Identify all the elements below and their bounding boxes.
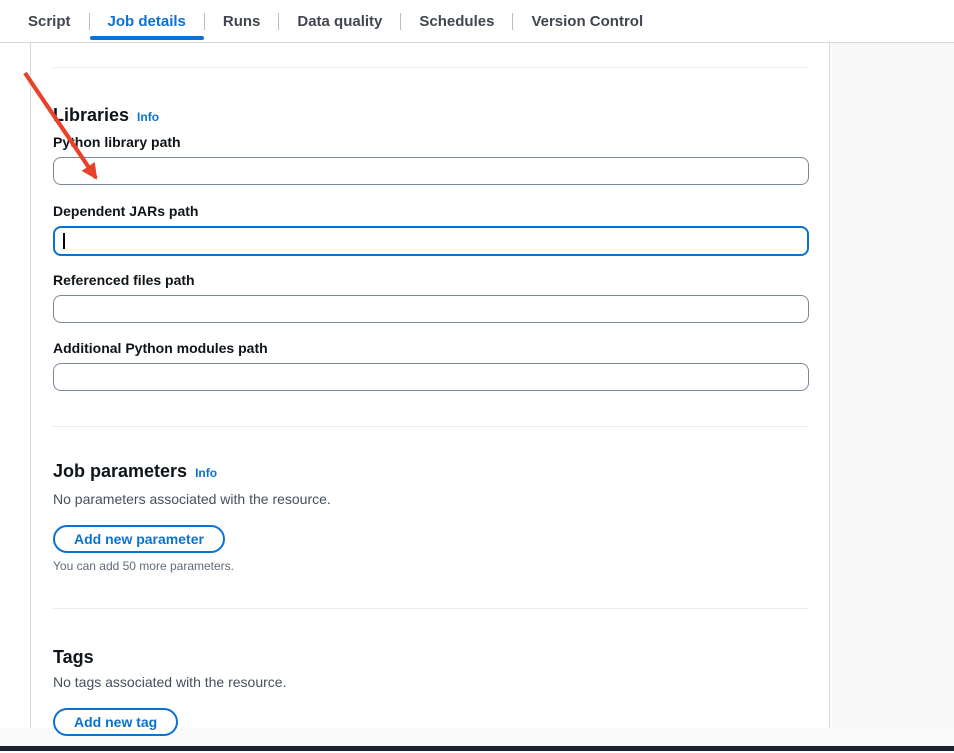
tab-data-quality[interactable]: Data quality [279,0,400,42]
job-details-content: Libraries Info Python library path Depen… [31,43,829,736]
job-parameters-empty-text: No parameters associated with the resour… [53,490,809,508]
python-library-path-label: Python library path [53,134,809,151]
footer-bar [0,746,954,751]
referenced-files-path-label: Referenced files path [53,272,809,289]
glue-job-details-page: Script Job details Runs Data quality Sch… [0,0,954,753]
libraries-section-header: Libraries Info [53,104,809,128]
section-divider [53,608,809,609]
job-details-panel: Libraries Info Python library path Depen… [30,43,830,728]
job-parameters-section-header: Job parameters Info [53,460,809,484]
right-gutter-background [831,43,954,746]
job-parameters-info-link[interactable]: Info [195,462,217,484]
job-parameters-helper-text: You can add 50 more parameters. [53,559,809,574]
dependent-jars-path-input-wrap [53,226,809,256]
dependent-jars-path-label: Dependent JARs path [53,203,809,220]
tab-script[interactable]: Script [10,0,89,42]
tab-job-details[interactable]: Job details [90,0,204,42]
tags-section-title: Tags [53,646,94,668]
libraries-info-link[interactable]: Info [137,106,159,128]
python-library-path-input[interactable] [53,157,809,185]
tab-schedules[interactable]: Schedules [401,0,512,42]
tags-section-header: Tags [53,646,809,668]
libraries-section-title: Libraries [53,104,129,126]
add-new-tag-button[interactable]: Add new tag [53,708,178,736]
job-parameters-section-title: Job parameters [53,460,187,482]
section-divider [53,67,809,68]
tab-runs[interactable]: Runs [205,0,279,42]
additional-python-modules-path-label: Additional Python modules path [53,340,809,357]
additional-python-modules-path-input[interactable] [53,363,809,391]
add-new-parameter-button[interactable]: Add new parameter [53,525,225,553]
tab-bar: Script Job details Runs Data quality Sch… [0,0,954,43]
section-divider [53,426,809,427]
referenced-files-path-input[interactable] [53,295,809,323]
tags-empty-text: No tags associated with the resource. [53,673,809,691]
dependent-jars-path-input[interactable] [53,226,809,256]
tab-version-control[interactable]: Version Control [513,0,661,42]
